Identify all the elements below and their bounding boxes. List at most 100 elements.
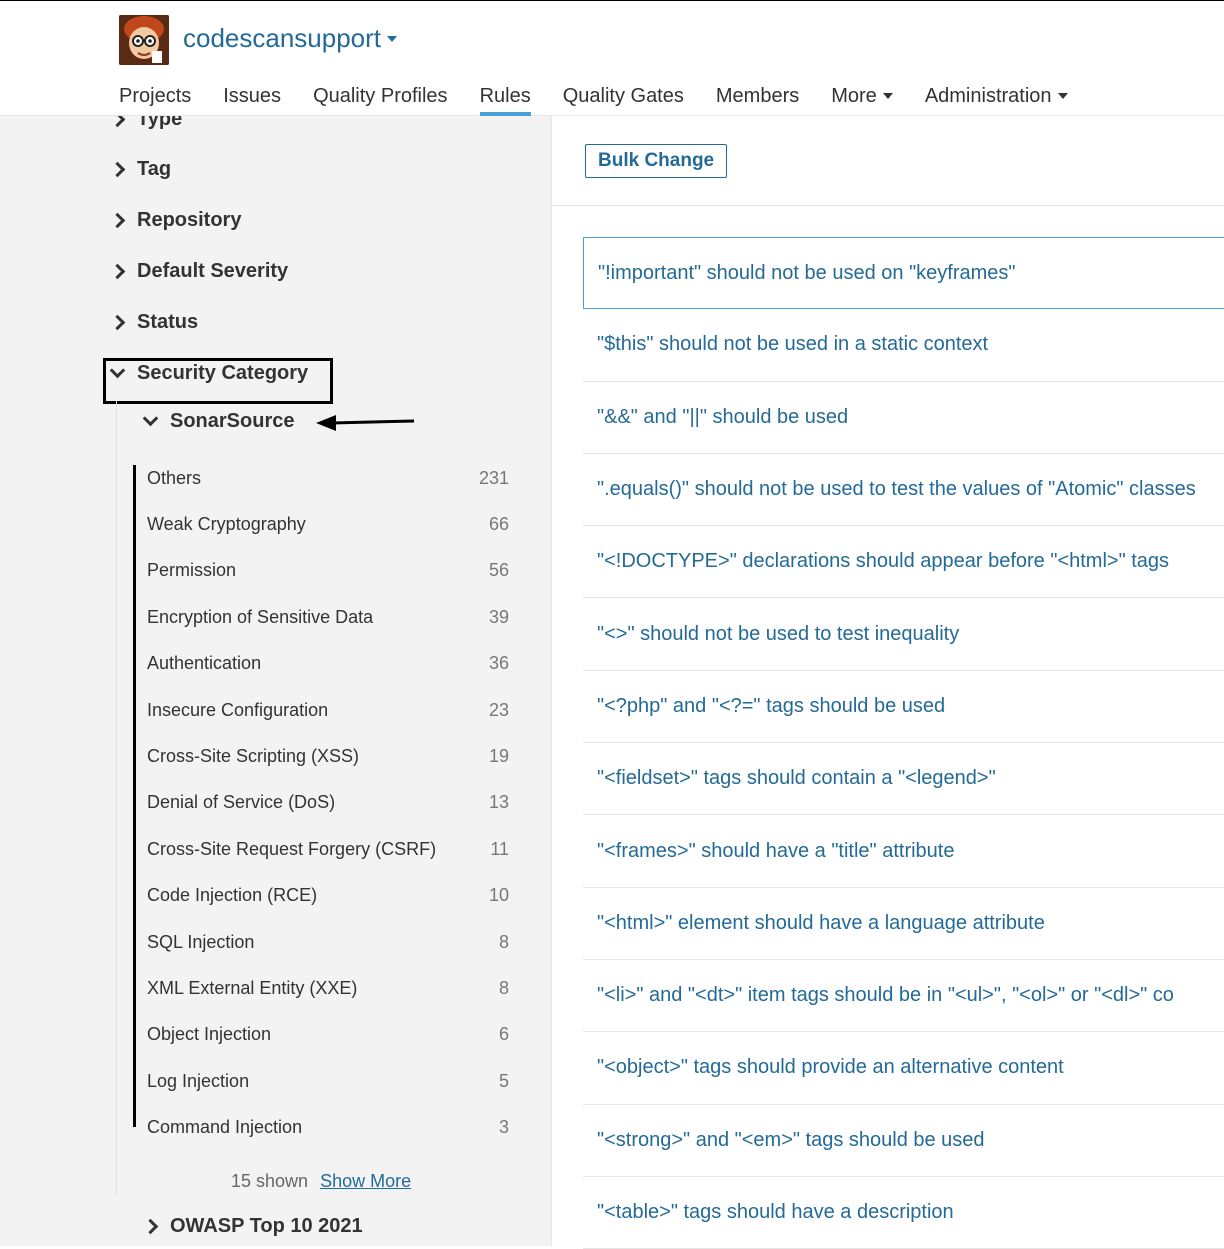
rule-title-link[interactable]: "!important" should not be used on "keyf… [598,262,1016,285]
rule-title-link[interactable]: "<fieldset>" tags should contain a "<leg… [597,767,996,790]
nav-label: Issues [223,84,282,107]
rule-item[interactable]: "<strong>" and "<em>" tags should be use… [583,1105,1224,1177]
chevron-right-icon [109,263,126,280]
rule-title-link[interactable]: "<table>" tags should have a description [597,1201,954,1224]
caret-down-icon [387,35,398,42]
rule-item[interactable]: "<html>" element should have a language … [583,888,1224,960]
rules-facets-sidebar: Type Tag Repository Default Severity Sta… [0,116,552,1246]
rule-title-link[interactable]: "<frames>" should have a "title" attribu… [597,840,954,863]
category-name: Cross-Site Scripting (XSS) [147,746,360,767]
nav-rules[interactable]: Rules [479,81,531,116]
facet-owasp-top-10-2021[interactable]: OWASP Top 10 2021 [142,1215,363,1238]
nav-quality-profiles[interactable]: Quality Profiles [313,81,448,111]
rule-item[interactable]: "<object>" tags should provide an altern… [583,1032,1224,1105]
show-more-link[interactable]: Show More [320,1171,411,1192]
facet-status[interactable]: Status [109,311,198,334]
nav-more[interactable]: More [831,81,893,111]
category-name: Others [147,467,202,488]
category-row[interactable]: SQL Injection 8 [147,919,509,965]
nav-label: Members [715,84,800,107]
nav-label: Quality Profiles [313,84,448,107]
chevron-down-icon [142,410,159,427]
rule-item[interactable]: "!important" should not be used on "keyf… [583,237,1224,310]
category-row[interactable]: Others 231 [147,455,509,501]
category-row[interactable]: XML External Entity (XXE) 8 [147,965,509,1011]
category-name: Cross-Site Request Forgery (CSRF) [147,838,437,859]
nav-label: More [831,84,877,107]
category-name: Log Injection [147,1070,250,1091]
category-name: Object Injection [147,1024,272,1045]
category-row[interactable]: Denial of Service (DoS) 13 [147,780,509,826]
category-row[interactable]: Object Injection 6 [147,1012,509,1058]
facet-repository[interactable]: Repository [109,209,241,232]
category-row[interactable]: Weak Cryptography 66 [147,501,509,547]
facet-footer: 15 shown Show More [231,1171,411,1192]
rule-title-link[interactable]: "$this" should not be used in a static c… [597,333,988,356]
nav-projects[interactable]: Projects [119,81,191,111]
facet-sonarsource[interactable]: SonarSource [142,410,294,433]
category-count: 36 [488,653,509,674]
organization-switcher[interactable]: codescansupport [183,23,398,54]
rule-title-link[interactable]: ".equals()" should not be used to test t… [597,478,1196,501]
category-count: 23 [488,699,509,720]
category-count: 13 [488,792,509,813]
facet-type[interactable]: Type [109,116,182,131]
caret-down-icon [882,93,893,99]
category-row[interactable]: Log Injection 5 [147,1058,509,1104]
nav-label: Rules [479,84,531,107]
category-row[interactable]: Encryption of Sensitive Data 39 [147,594,509,640]
category-count: 3 [498,1117,509,1138]
security-category-list: Others 231 Weak Cryptography 66 Permission 56… [147,455,509,1151]
nav-label: Quality Gates [562,84,684,107]
rule-item[interactable]: "<>" should not be used to test inequali… [583,598,1224,671]
facet-security-category-label: Security Category [137,362,309,384]
facet-tag[interactable]: Tag [109,158,171,181]
rule-item[interactable]: "&&" and "||" should be used [583,382,1224,454]
rule-title-link[interactable]: "<strong>" and "<em>" tags should be use… [597,1129,985,1152]
category-count: 56 [488,560,509,581]
rule-title-link[interactable]: "<!DOCTYPE>" declarations should appear … [597,550,1169,573]
rule-title-link[interactable]: "<>" should not be used to test inequali… [597,623,959,646]
category-row[interactable]: Cross-Site Request Forgery (CSRF) 11 [147,826,509,872]
category-row[interactable]: Permission 56 [147,548,509,594]
rule-title-link[interactable]: "<html>" element should have a language … [597,912,1045,935]
category-name: Command Injection [147,1117,303,1138]
rule-item[interactable]: "<fieldset>" tags should contain a "<leg… [583,743,1224,816]
category-name: XML External Entity (XXE) [147,977,358,998]
rule-item[interactable]: "<?php" and "<?=" tags should be used [583,671,1224,744]
rule-title-link[interactable]: "<?php" and "<?=" tags should be used [597,695,945,718]
category-count: 11 [490,838,509,859]
rule-title-link[interactable]: "&&" and "||" should be used [597,406,848,429]
rule-title-link[interactable]: "<object>" tags should provide an altern… [597,1056,1064,1079]
category-row[interactable]: Insecure Configuration 23 [147,687,509,733]
category-row[interactable]: Code Injection (RCE) 10 [147,873,509,919]
rule-item[interactable]: "<table>" tags should have a description [583,1177,1224,1249]
rule-item[interactable]: "<frames>" should have a "title" attribu… [583,815,1224,888]
category-name: SQL Injection [147,931,255,952]
category-name: Encryption of Sensitive Data [147,606,374,627]
facet-default-severity[interactable]: Default Severity [109,260,288,283]
annotation-arrow-icon [316,415,415,431]
facet-security-category[interactable]: Security Category [109,362,309,385]
rule-title-link[interactable]: "<li>" and "<dt>" item tags should be in… [597,984,1174,1007]
chevron-right-icon [109,116,126,128]
nav-members[interactable]: Members [716,81,799,111]
category-row[interactable]: Authentication 36 [147,641,509,687]
category-name: Insecure Configuration [147,699,329,720]
bulk-change-button[interactable]: Bulk Change [585,144,728,178]
nav-issues[interactable]: Issues [223,81,281,111]
category-row[interactable]: Command Injection 3 [147,1104,509,1150]
rule-item[interactable]: "<!DOCTYPE>" declarations should appear … [583,526,1224,599]
nav-quality-gates[interactable]: Quality Gates [563,81,684,111]
organization-avatar[interactable] [119,15,169,65]
category-name: Authentication [147,653,262,674]
rule-item[interactable]: "<li>" and "<dt>" item tags should be in… [583,960,1224,1033]
category-count: 5 [498,1070,509,1091]
rule-item[interactable]: ".equals()" should not be used to test t… [583,454,1224,527]
rule-item[interactable]: "$this" should not be used in a static c… [583,309,1224,382]
nav-label: Administration [924,84,1052,107]
category-name: Code Injection (RCE) [147,885,318,906]
nav-administration[interactable]: Administration [925,81,1068,111]
category-row[interactable]: Cross-Site Scripting (XSS) 19 [147,733,509,779]
caret-down-icon [1057,93,1068,99]
